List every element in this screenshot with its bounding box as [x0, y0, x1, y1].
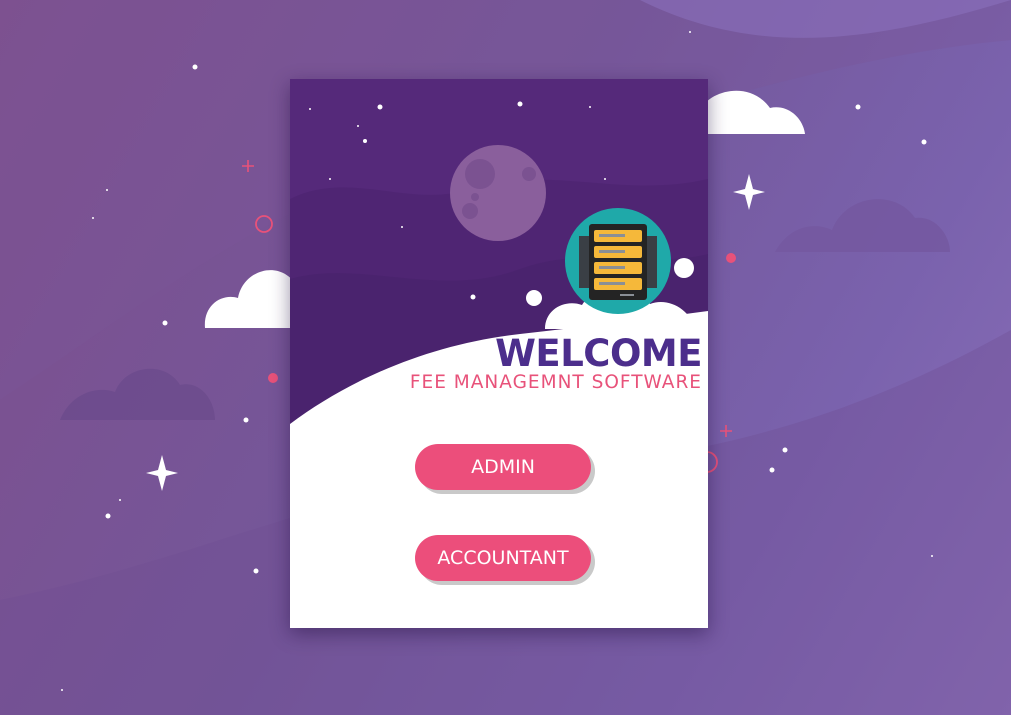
sparkle-icon [146, 455, 178, 491]
pink-dot [268, 373, 278, 383]
server-rack-icon [565, 208, 671, 314]
app-subtitle: FEE MANAGEMNT SOFTWARE [409, 372, 702, 393]
admin-button[interactable]: ADMIN [415, 444, 591, 490]
welcome-card: WELCOME FEE MANAGEMNT SOFTWARE ADMIN ACC… [290, 79, 708, 628]
welcome-title: WELCOME [495, 332, 702, 375]
faded-cloud [60, 368, 215, 420]
sparkle-icon [733, 174, 765, 210]
faded-cloud [775, 199, 950, 252]
plus-decoration [720, 425, 732, 437]
moon-icon [450, 145, 546, 241]
accountant-button[interactable]: ACCOUNTANT [415, 535, 591, 581]
pink-dot [726, 253, 736, 263]
